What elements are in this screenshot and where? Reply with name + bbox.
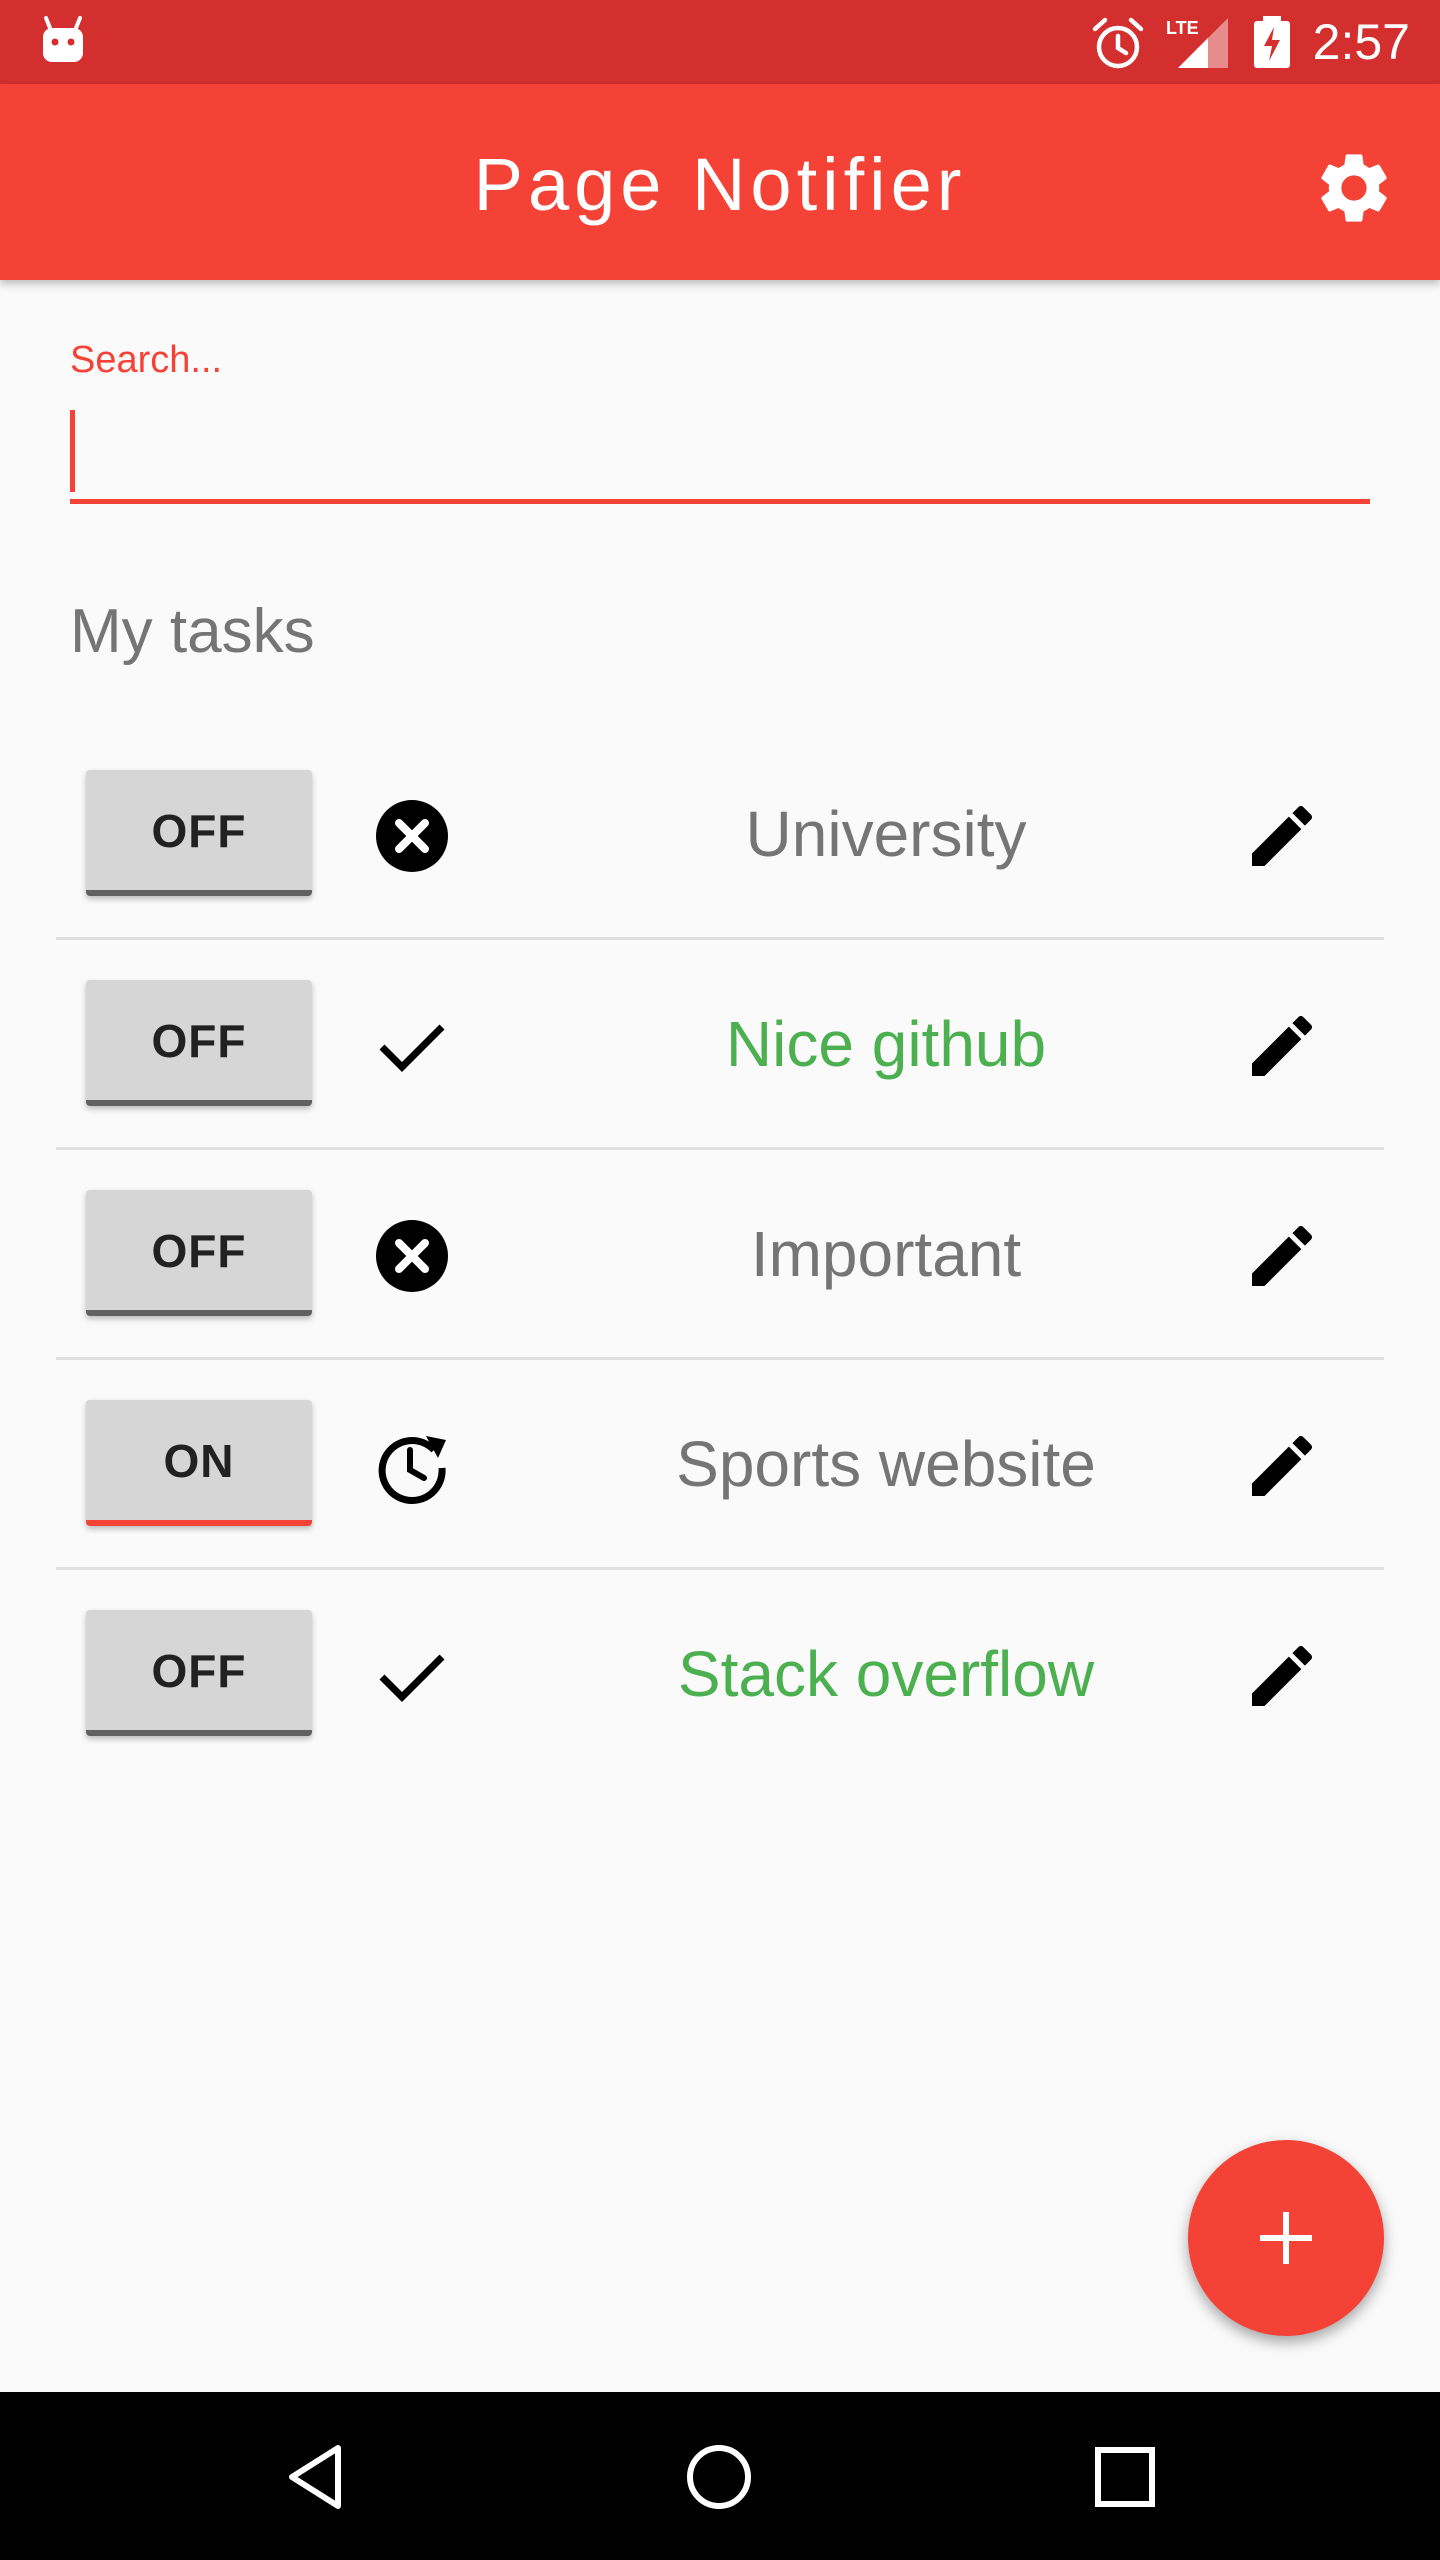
task-toggle-button[interactable]: OFF — [86, 980, 312, 1106]
svg-text:LTE: LTE — [1166, 18, 1199, 38]
toggle-label: OFF — [151, 1645, 247, 1697]
battery-charging-icon — [1254, 16, 1290, 68]
section-heading-my-tasks: My tasks — [70, 597, 315, 666]
home-icon[interactable] — [674, 2432, 764, 2522]
pencil-edit-icon[interactable] — [1242, 1006, 1322, 1086]
check-icon — [379, 1024, 445, 1072]
task-toggle-button[interactable]: ON — [86, 1400, 312, 1526]
task-name[interactable]: Sports website — [506, 1424, 1266, 1504]
x-circle-icon — [376, 800, 448, 872]
recent-apps-icon[interactable] — [1080, 2432, 1170, 2522]
task-name[interactable]: Stack overflow — [506, 1634, 1266, 1714]
search-label: Search... — [70, 339, 223, 381]
task-row-stack-overflow: OFF Stack overflow — [56, 1570, 1384, 1780]
task-toggle-button[interactable]: OFF — [86, 770, 312, 896]
status-bar: LTE 2:57 — [0, 0, 1440, 84]
pencil-edit-icon[interactable] — [1242, 796, 1322, 876]
task-toggle-button[interactable]: OFF — [86, 1610, 312, 1736]
task-row-university: OFF University — [56, 730, 1384, 940]
plus-icon — [1260, 2212, 1312, 2264]
add-task-fab-button[interactable] — [1188, 2140, 1384, 2336]
task-row-important: OFF Important — [56, 1150, 1384, 1360]
status-clock: 2:57 — [1312, 14, 1410, 70]
x-circle-icon — [376, 1220, 448, 1292]
search-input[interactable] — [70, 400, 1370, 504]
task-row-nice-github: OFF Nice github — [56, 940, 1384, 1150]
android-notification-icon — [43, 16, 83, 62]
toggle-label: OFF — [151, 1015, 247, 1067]
toggle-label: OFF — [151, 1225, 247, 1277]
toggle-indicator — [86, 890, 312, 896]
task-list: OFF University OFF Nice github OFF Impor… — [56, 730, 1384, 1780]
task-name[interactable]: Nice github — [506, 1004, 1266, 1084]
lte-signal-icon: LTE — [1166, 18, 1228, 68]
task-name[interactable]: Important — [506, 1214, 1266, 1294]
settings-gear-icon[interactable] — [1312, 146, 1396, 230]
toggle-indicator — [86, 1100, 312, 1106]
pencil-edit-icon[interactable] — [1242, 1426, 1322, 1506]
navigation-bar — [0, 2392, 1440, 2560]
task-name[interactable]: University — [506, 794, 1266, 874]
toggle-indicator — [86, 1730, 312, 1736]
pencil-edit-icon[interactable] — [1242, 1216, 1322, 1296]
toggle-indicator — [86, 1310, 312, 1316]
app-bar: Page Notifier — [0, 84, 1440, 280]
alarm-icon — [1092, 17, 1144, 69]
pencil-edit-icon[interactable] — [1242, 1636, 1322, 1716]
back-icon[interactable] — [276, 2432, 366, 2522]
text-cursor — [70, 410, 75, 492]
clock-refresh-icon — [378, 1436, 446, 1504]
check-icon — [379, 1654, 445, 1702]
app-title: Page Notifier — [473, 143, 967, 226]
toggle-indicator — [86, 1520, 312, 1526]
app-screen: LTE 2:57 Page Notifier Search... My task… — [0, 0, 1440, 2560]
task-toggle-button[interactable]: OFF — [86, 1190, 312, 1316]
task-row-sports-website: ON Sports website — [56, 1360, 1384, 1570]
toggle-label: OFF — [151, 805, 247, 857]
toggle-label: ON — [163, 1435, 235, 1487]
